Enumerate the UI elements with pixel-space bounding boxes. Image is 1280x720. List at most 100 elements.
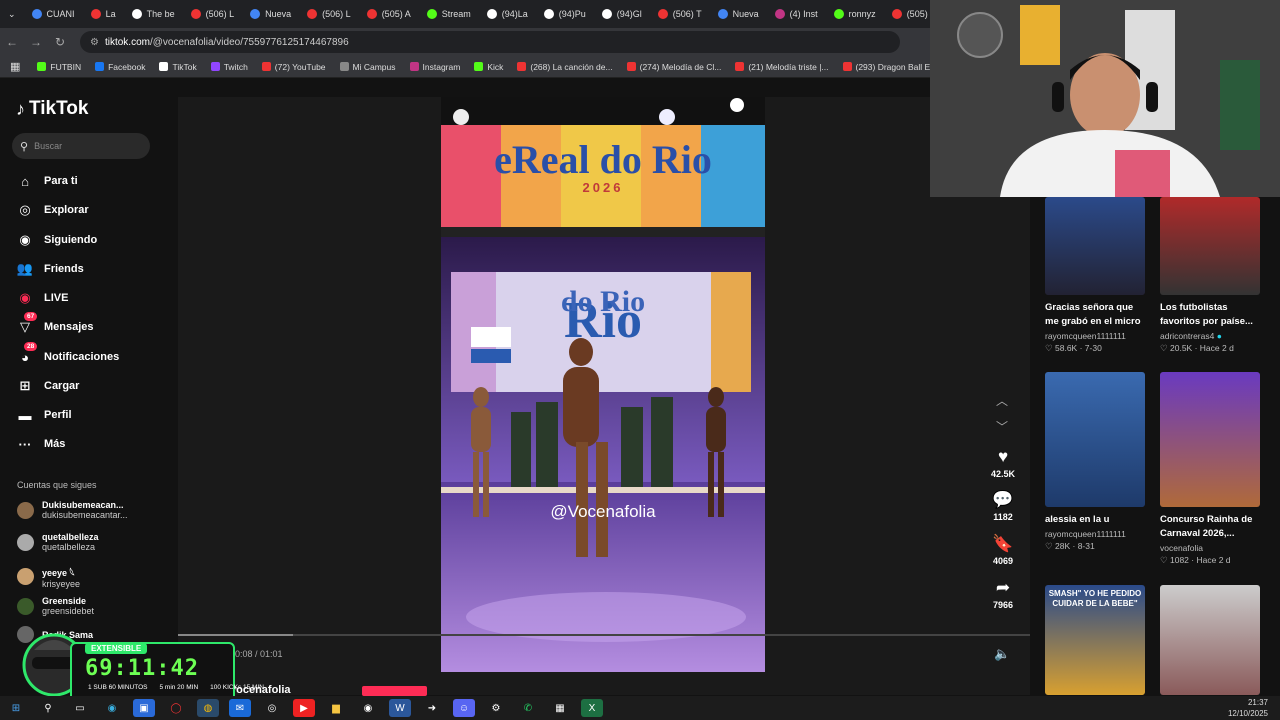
bookmark-item[interactable]: Kick xyxy=(467,62,510,72)
bookmark-item[interactable]: TikTok xyxy=(152,62,203,72)
card-user: vocenafolia xyxy=(1160,543,1204,553)
browser-tab[interactable]: (94)La xyxy=(479,0,536,28)
browser-tab[interactable]: ronnyz xyxy=(826,0,884,28)
search-input[interactable]: ⚲ Buscar xyxy=(12,133,150,159)
sidebar-item-messages[interactable]: ▽ 67 Mensajes xyxy=(16,312,94,336)
obs-icon[interactable]: ◉ xyxy=(357,699,379,717)
card-title: Gracias señora que me grabó en el micro xyxy=(1045,302,1141,327)
site-info-icon[interactable]: ⚙ xyxy=(90,37,99,48)
app-icon[interactable]: ◎ xyxy=(261,699,283,717)
account-handle: dukisubemeacantar... xyxy=(42,510,128,520)
sidebar-item-label: Para ti xyxy=(44,175,78,187)
sidebar-item-upload[interactable]: ⊞ Cargar xyxy=(16,377,80,395)
follow-button[interactable] xyxy=(362,686,427,696)
browser-tab[interactable]: (506) T xyxy=(650,0,710,28)
bookmark-item[interactable]: (274) Melodía de Cl... xyxy=(620,62,729,72)
recommended-card[interactable]: alessia en la u rayomcqueen1111111 ♡ 28K… xyxy=(1045,372,1145,552)
browser-tab[interactable]: (94)Pu xyxy=(536,0,594,28)
steam-icon[interactable]: ⚙ xyxy=(485,699,507,717)
previous-video-icon[interactable]: ︿ xyxy=(996,392,1008,409)
tab-label: CUANI xyxy=(46,9,75,19)
bookmark-item[interactable]: (293) Dragon Ball E... xyxy=(836,62,930,72)
forward-icon[interactable]: → xyxy=(24,35,48,49)
browser-tab[interactable]: (94)Gl xyxy=(594,0,650,28)
back-icon[interactable]: ← xyxy=(0,35,24,49)
recommended-card[interactable]: SMASH" YO HE PEDIDO CUIDAR DE LA BEBE" xyxy=(1045,585,1145,695)
next-video-icon[interactable]: ﹀ xyxy=(996,418,1008,435)
followed-account[interactable]: Greenside greensidebet xyxy=(17,596,94,616)
browser-tab[interactable]: Stream xyxy=(419,0,479,28)
reload-icon[interactable]: ↻ xyxy=(48,35,72,49)
sidebar-item-more[interactable]: ··· Más xyxy=(16,435,66,453)
browser-tab[interactable]: (506) L xyxy=(299,0,359,28)
outlook-icon[interactable]: ✉ xyxy=(229,699,251,717)
recommended-card[interactable]: Gracias señora que me grabó en el micro … xyxy=(1045,197,1145,354)
sidebar-item-following[interactable]: ◉ Siguiendo xyxy=(16,231,97,249)
sidebar-item-notifications[interactable]: ◕ 28 Notificaciones xyxy=(16,342,119,366)
tab-label: La xyxy=(105,9,116,19)
followed-account[interactable]: Dukisubemeacan... dukisubemeacantar... xyxy=(17,500,128,520)
bookmark-item[interactable]: Twitch xyxy=(204,62,255,72)
bookmark-item[interactable]: FUTBIN xyxy=(30,62,88,72)
upload-icon: ⊞ xyxy=(19,378,31,393)
browser-tab[interactable]: (4) Inst xyxy=(767,0,826,28)
bookmark-label: FUTBIN xyxy=(50,61,82,72)
bookmark-item[interactable]: (72) YouTube xyxy=(255,62,333,72)
tab-favicon-icon xyxy=(190,9,201,19)
tab-list-button[interactable]: ⌄ xyxy=(0,0,24,28)
search-taskbar-icon[interactable]: ⚲ xyxy=(37,699,59,717)
save-button[interactable]: 🔖 4069 xyxy=(985,534,1021,566)
windows-start-icon[interactable]: ⊞ xyxy=(5,699,27,717)
followed-account[interactable]: quetalbelleza quetalbelleza xyxy=(17,532,99,552)
recommended-card[interactable]: Los futbolistas favoritos por paíse... a… xyxy=(1160,197,1260,354)
account-name: quetalbelleza xyxy=(42,532,99,542)
video-progress-bar[interactable] xyxy=(178,634,1030,636)
browser-tab[interactable]: (506) L xyxy=(183,0,243,28)
system-clock[interactable]: 21:37 12/10/2025 xyxy=(1228,697,1268,719)
chrome-icon[interactable]: ◍ xyxy=(197,699,219,717)
recommended-card[interactable]: Concurso Rainha de Carnaval 2026,... voc… xyxy=(1160,372,1260,566)
discord-icon[interactable]: ☺ xyxy=(453,699,475,717)
bookmark-item[interactable]: (268) La canción de... xyxy=(510,62,619,72)
arrow-app-icon[interactable]: ➜ xyxy=(421,699,443,717)
sidebar-item-label: LIVE xyxy=(44,292,69,304)
folder-icon[interactable]: ▆ xyxy=(325,699,347,717)
browser-tab[interactable]: CUANI xyxy=(24,0,83,28)
browser-tab[interactable]: The be xyxy=(124,0,183,28)
browser-tab[interactable]: Nueva xyxy=(242,0,299,28)
sidebar-item-live[interactable]: ◉ LIVE xyxy=(16,289,68,307)
followed-account[interactable]: yeeye 𓆩 krisyeyee xyxy=(17,564,80,589)
like-button[interactable]: ♥ 42.5K xyxy=(985,447,1021,479)
youtube-icon[interactable]: ▶ xyxy=(293,699,315,717)
share-button[interactable]: ➦ 7966 xyxy=(985,578,1021,610)
bookmark-item[interactable]: Mi Campus xyxy=(333,62,403,72)
edge-icon[interactable]: ◉ xyxy=(101,699,123,717)
store-icon[interactable]: ▣ xyxy=(133,699,155,717)
bookmark-favicon-icon xyxy=(735,62,745,71)
sidebar-item-profile[interactable]: ▬ Perfil xyxy=(16,406,72,424)
recommended-card[interactable] xyxy=(1160,585,1260,695)
sidebar-item-label: Más xyxy=(44,438,66,450)
sidebar-item-compass[interactable]: ◎ Explorar xyxy=(16,201,88,219)
browser-tab[interactable]: (505) A xyxy=(359,0,419,28)
calculator-icon[interactable]: ▦ xyxy=(549,699,571,717)
word-icon[interactable]: W xyxy=(389,699,411,717)
bookmark-label: (21) Melodía triste |... xyxy=(748,61,829,72)
tiktok-logo[interactable]: ♪ TikTok xyxy=(16,98,88,120)
excel-icon[interactable]: X xyxy=(581,699,603,717)
whatsapp-icon[interactable]: ✆ xyxy=(517,699,539,717)
bookmark-item[interactable]: Instagram xyxy=(403,62,468,72)
bookmark-item[interactable]: (21) Melodía triste |... xyxy=(728,62,835,72)
volume-icon[interactable]: 🔈 xyxy=(994,646,1010,662)
apps-grid-icon[interactable]: ▦ xyxy=(0,60,30,73)
browser-tab[interactable]: Nueva xyxy=(710,0,767,28)
browser-tab[interactable]: La xyxy=(83,0,124,28)
comment-button[interactable]: 💬 1182 xyxy=(985,490,1021,522)
opera-icon[interactable]: ◯ xyxy=(165,699,187,717)
url-field[interactable]: ⚙ tiktok.com/@vocenafolia/video/75597761… xyxy=(80,31,900,53)
task-view-icon[interactable]: ▭ xyxy=(69,699,91,717)
sidebar-item-home[interactable]: ⌂ Para ti xyxy=(16,172,78,190)
bookmark-item[interactable]: Facebook xyxy=(88,62,152,72)
sidebar-item-friends[interactable]: 👥 Friends xyxy=(16,260,84,278)
browser-tab[interactable]: (505) L xyxy=(884,0,930,28)
